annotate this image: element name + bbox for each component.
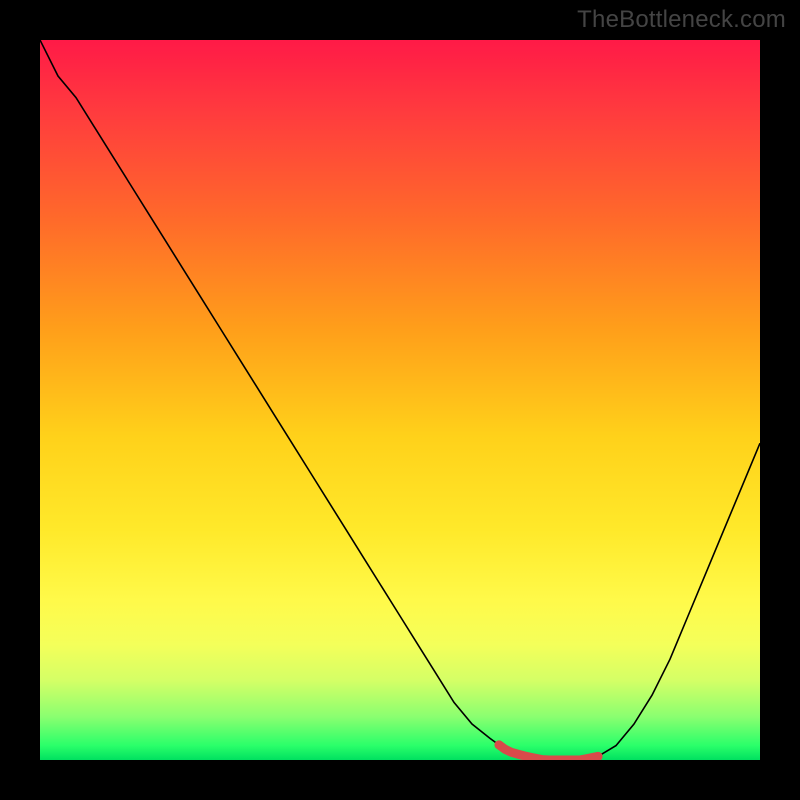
- curve-layer: [40, 40, 760, 760]
- bottleneck-curve: [40, 40, 760, 760]
- optimal-range-start-cap: [495, 740, 504, 749]
- watermark-label: TheBottleneck.com: [577, 6, 786, 34]
- chart-frame: TheBottleneck.com: [0, 0, 800, 800]
- optimal-range-highlight: [499, 745, 598, 760]
- plot-area: [40, 40, 760, 760]
